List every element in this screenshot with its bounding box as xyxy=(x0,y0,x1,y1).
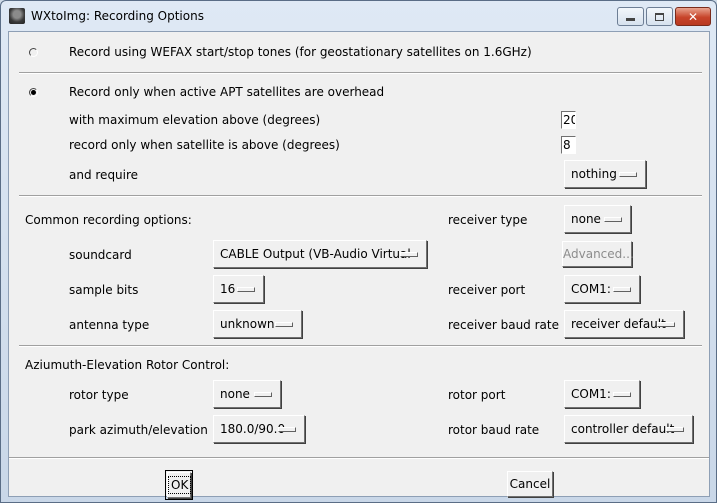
rotor-heading: Aziumuth-Elevation Rotor Control: xyxy=(25,358,230,372)
park-menu[interactable]: 180.0/90.0 xyxy=(213,415,305,443)
menu-indicator-icon xyxy=(278,427,296,432)
separator xyxy=(19,195,702,197)
sample-bits-value: 16 xyxy=(220,282,236,296)
require-menu[interactable]: nothing xyxy=(564,160,646,188)
max-elevation-input[interactable]: 20 xyxy=(561,111,576,129)
rotor-port-menu[interactable]: COM1: xyxy=(564,380,640,408)
ok-label: OK xyxy=(168,476,192,494)
park-value: 180.0/90.0 xyxy=(220,422,286,436)
rotor-port-value: COM1: xyxy=(571,387,611,401)
separator xyxy=(19,72,702,74)
above-input[interactable]: 8 xyxy=(561,136,576,154)
require-label: and require xyxy=(69,168,139,182)
receiver-type-menu[interactable]: none xyxy=(564,205,631,233)
menu-indicator-icon xyxy=(604,217,622,222)
park-label: park azimuth/elevation xyxy=(69,423,208,437)
menu-indicator-icon xyxy=(254,392,272,397)
maximize-button[interactable] xyxy=(646,7,673,26)
close-button[interactable]: ✕ xyxy=(675,7,711,26)
rotor-baud-value: controller default xyxy=(571,422,675,436)
ok-button[interactable]: OK xyxy=(165,470,193,500)
menu-indicator-icon xyxy=(657,322,675,327)
receiver-port-value: COM1: xyxy=(571,282,611,296)
menu-indicator-icon xyxy=(400,252,418,257)
title-bar[interactable]: WXtoImg: Recording Options ✕ xyxy=(1,1,716,31)
rotor-type-value: none xyxy=(220,387,250,401)
antenna-type-value: unknown xyxy=(220,317,275,331)
receiver-baud-label: receiver baud rate xyxy=(448,318,559,332)
minimize-button[interactable] xyxy=(617,7,644,26)
maximize-icon xyxy=(655,12,664,21)
window-title: WXtoImg: Recording Options xyxy=(31,9,204,23)
common-heading: Common recording options: xyxy=(25,213,192,227)
antenna-type-menu[interactable]: unknown xyxy=(213,310,302,338)
wefax-label[interactable]: Record using WEFAX start/stop tones (for… xyxy=(69,45,532,59)
soundcard-menu[interactable]: CABLE Output (VB-Audio Virtual xyxy=(213,240,427,268)
advanced-button[interactable]: Advanced... xyxy=(562,241,634,267)
menu-indicator-icon xyxy=(275,322,293,327)
close-icon: ✕ xyxy=(687,9,699,24)
separator xyxy=(19,345,702,347)
dialog-body: Record using WEFAX start/stop tones (for… xyxy=(8,31,710,500)
receiver-type-label: receiver type xyxy=(448,213,528,227)
apt-radio[interactable] xyxy=(27,86,39,98)
separator xyxy=(9,457,709,459)
receiver-baud-value: receiver default xyxy=(571,317,666,331)
soundcard-label: soundcard xyxy=(69,248,132,262)
cancel-button[interactable]: Cancel xyxy=(507,471,553,497)
minimize-icon xyxy=(626,18,635,21)
soundcard-value: CABLE Output (VB-Audio Virtual xyxy=(220,247,411,261)
apt-label[interactable]: Record only when active APT satellites a… xyxy=(69,85,384,99)
rotor-baud-menu[interactable]: controller default xyxy=(564,415,693,443)
require-value: nothing xyxy=(571,167,617,181)
recording-options-window: WXtoImg: Recording Options ✕ Record usin… xyxy=(0,0,717,503)
sample-bits-menu[interactable]: 16 xyxy=(213,275,264,303)
menu-indicator-icon xyxy=(237,287,255,292)
antenna-type-label: antenna type xyxy=(69,318,150,332)
receiver-baud-menu[interactable]: receiver default xyxy=(564,310,684,338)
rotor-type-menu[interactable]: none xyxy=(213,380,281,408)
menu-indicator-icon xyxy=(666,427,684,432)
rotor-port-label: rotor port xyxy=(448,388,506,402)
above-label: record only when satellite is above (deg… xyxy=(69,138,340,152)
receiver-port-menu[interactable]: COM1: xyxy=(564,275,640,303)
rotor-baud-label: rotor baud rate xyxy=(448,423,540,437)
max-elevation-label: with maximum elevation above (degrees) xyxy=(69,113,321,127)
menu-indicator-icon xyxy=(613,392,631,397)
app-icon xyxy=(9,8,25,24)
menu-indicator-icon xyxy=(619,172,637,177)
receiver-port-label: receiver port xyxy=(448,283,526,297)
menu-indicator-icon xyxy=(613,287,631,292)
sample-bits-label: sample bits xyxy=(69,283,139,297)
receiver-type-value: none xyxy=(571,212,601,226)
rotor-type-label: rotor type xyxy=(69,388,129,402)
wefax-radio[interactable] xyxy=(27,46,39,58)
